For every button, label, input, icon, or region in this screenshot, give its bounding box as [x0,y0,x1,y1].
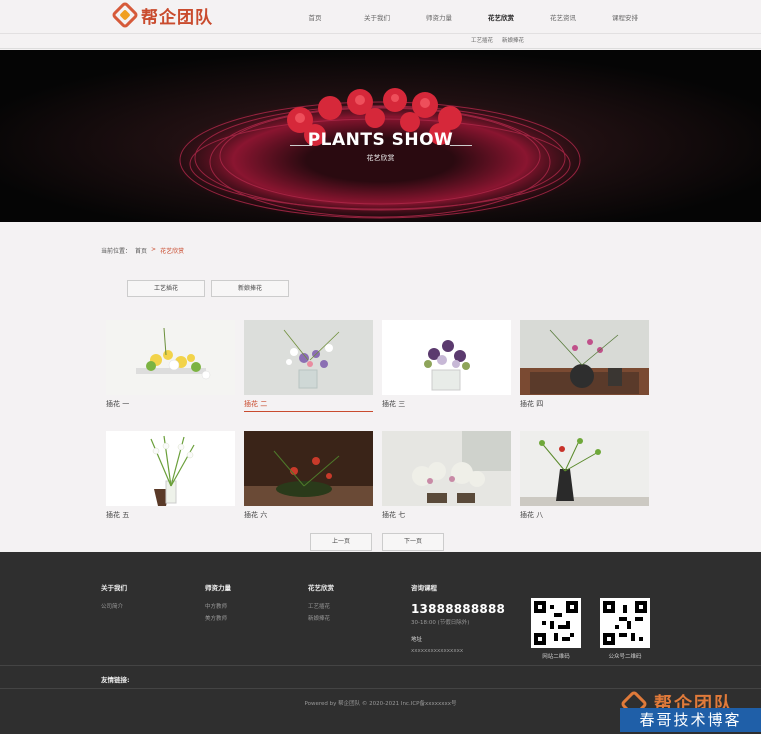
footer-heading: 关于我们 [101,584,127,592]
footer-col-teachers: 师资力量 中方教师 美方教师 [205,582,231,626]
gallery-item-5[interactable]: 插花 五 [106,431,235,527]
gallery-item-7[interactable]: 插花 七 [382,431,511,527]
gallery-item-1[interactable]: 插花 一 [106,320,235,416]
gallery-caption: 插花 七 [382,511,406,519]
gallery-photo [106,320,235,395]
footer-link[interactable]: 美方教师 [205,614,231,622]
gallery-item-3[interactable]: 插花 三 [382,320,511,416]
footer-heading: 咨询课程 [411,584,437,592]
gallery-photo [520,431,649,506]
breadcrumb-current: 花艺欣赏 [160,248,185,255]
main-nav: 首页 关于我们 师资力量 花艺欣赏 花艺资讯 课程安排 [284,0,656,34]
breadcrumb-separator: > [151,246,157,253]
watermark-text: 春哥技术博客 [620,708,761,732]
gallery-caption: 插花 二 [244,400,268,408]
footer-heading: 花艺欣赏 [308,584,334,592]
nav-item-about[interactable]: 关于我们 [346,0,408,34]
category-button-craft[interactable]: 工艺插花 [127,280,205,297]
logo[interactable]: 帮企团队 [110,0,213,30]
prev-page-button[interactable]: 上一页 [310,533,372,551]
gallery-photo [520,320,649,395]
footer-divider [0,665,761,666]
footer-col-about: 关于我们 公司简介 [101,582,127,614]
gallery-caption: 插花 五 [106,511,130,519]
address-value: xxxxxxxxxxxxxxxx [411,648,464,654]
gallery-caption: 插花 四 [520,400,544,408]
contact-hours: 30-18:00 (节假日除外) [411,620,470,626]
next-page-button[interactable]: 下一页 [382,533,444,551]
breadcrumb-home[interactable]: 首页 [135,246,147,255]
wechat-qr-code [600,598,650,648]
website-qr-code [531,598,581,648]
gallery-caption: 插花 六 [244,511,268,519]
breadcrumb-label: 当前位置： [101,248,132,255]
wechat-qr-caption: 公众号二维码 [608,654,642,660]
nav-item-appreciation[interactable]: 花艺欣赏 [470,0,532,34]
gallery-photo [382,320,511,395]
gallery-photo [382,431,511,506]
category-button-bridal[interactable]: 新娘捧花 [211,280,289,297]
gallery-caption: 插花 一 [106,400,130,408]
hero-banner: PLANTS SHOW 花艺欣赏 [0,50,761,222]
subnav-item-craft[interactable]: 工艺插花 [471,34,493,49]
footer-divider [0,688,761,689]
footer-link[interactable]: 新娘捧花 [308,614,334,622]
sub-nav: 工艺插花 新娘捧花 [0,34,761,49]
friend-links-label: 友情链接: [101,676,130,684]
site-footer: 关于我们 公司简介 师资力量 中方教师 美方教师 花艺欣赏 工艺插花 新娘捧花 … [0,552,761,734]
gallery-photo [244,320,373,395]
nav-item-news[interactable]: 花艺资讯 [532,0,594,34]
nav-item-teachers[interactable]: 师资力量 [408,0,470,34]
logo-text: 帮企团队 [141,7,213,28]
logo-icon [110,0,140,30]
contact-phone: 13888888888 [411,602,506,616]
gallery-photo [106,431,235,506]
site-header: 帮企团队 首页 关于我们 师资力量 花艺欣赏 花艺资讯 课程安排 [0,0,761,34]
footer-link[interactable]: 公司简介 [101,602,127,610]
gallery-photo [244,431,373,506]
gallery-item-6[interactable]: 插花 六 [244,431,373,527]
nav-item-courses[interactable]: 课程安排 [594,0,656,34]
footer-col-consult: 咨询课程 13888888888 30-18:00 (节假日除外) 地址 xxx… [411,582,505,654]
banner-title: PLANTS SHOW [307,130,454,150]
gallery-item-8[interactable]: 插花 八 [520,431,649,527]
footer-heading: 师资力量 [205,584,231,592]
footer-link[interactable]: 工艺插花 [308,602,334,610]
gallery-item-4[interactable]: 插花 四 [520,320,649,416]
gallery-caption: 插花 八 [520,511,544,519]
active-underline [244,411,373,412]
nav-item-home[interactable]: 首页 [284,0,346,34]
gallery-item-2[interactable]: 插花 二 [244,320,373,416]
footer-col-appreciation: 花艺欣赏 工艺插花 新娘捧花 [308,582,334,626]
subnav-item-bridal[interactable]: 新娘捧花 [502,34,524,49]
website-qr-caption: 网站二维码 [542,654,570,660]
breadcrumb: 当前位置： 首页 > 花艺欣赏 [101,246,184,255]
footer-link[interactable]: 中方教师 [205,602,231,610]
address-label: 地址 [411,637,423,643]
banner-subtitle: 花艺欣赏 [366,154,395,162]
gallery-caption: 插花 三 [382,400,406,408]
